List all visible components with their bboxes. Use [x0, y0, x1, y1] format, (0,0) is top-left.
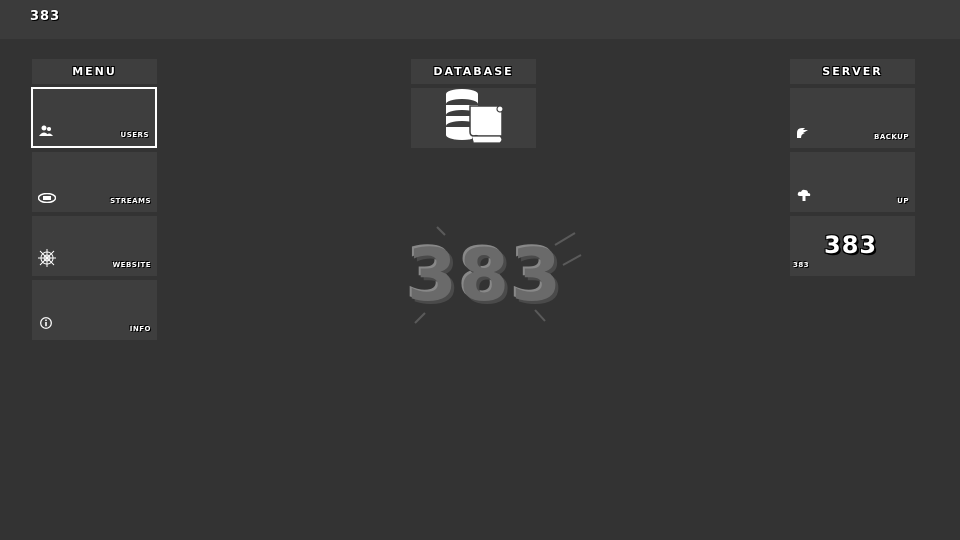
database-tile[interactable]: [411, 88, 536, 148]
backup-icon: [796, 127, 810, 142]
server-tile-sublabel: 383: [793, 261, 810, 269]
users-icon: [39, 125, 53, 140]
server-tile-up[interactable]: UP: [790, 152, 915, 212]
server-tile-logo[interactable]: 383 383: [790, 216, 915, 276]
menu-tile-label: INFO: [129, 325, 151, 333]
server-header: SERVER: [790, 59, 915, 84]
upload-cloud-icon: [797, 189, 811, 205]
menu-tile-website[interactable]: WEBSITE: [32, 216, 157, 276]
app-logo: 383: [30, 9, 61, 24]
database-scroll-icon: [442, 86, 506, 150]
center-logo: 383: [385, 225, 585, 325]
menu-tile-streams[interactable]: STREAMS: [32, 152, 157, 212]
menu-header: MENU: [32, 59, 157, 84]
info-icon: [40, 317, 52, 332]
menu-tile-users[interactable]: USERS: [31, 87, 157, 148]
menu-tile-info[interactable]: INFO: [32, 280, 157, 340]
menu-tile-label: WEBSITE: [112, 261, 151, 269]
logo-icon: 383: [824, 231, 878, 259]
server-tile-label: UP: [897, 197, 909, 205]
menu-tile-label: STREAMS: [110, 197, 151, 205]
server-tile-label: BACKUP: [873, 133, 909, 141]
center-logo-text: 383: [406, 233, 564, 317]
server-tile-backup[interactable]: BACKUP: [790, 88, 915, 148]
top-bar: 383: [0, 0, 960, 39]
menu-tile-label: USERS: [120, 131, 149, 139]
database-header: DATABASE: [411, 59, 536, 84]
web-icon: [38, 249, 56, 270]
stream-icon: [37, 192, 57, 206]
